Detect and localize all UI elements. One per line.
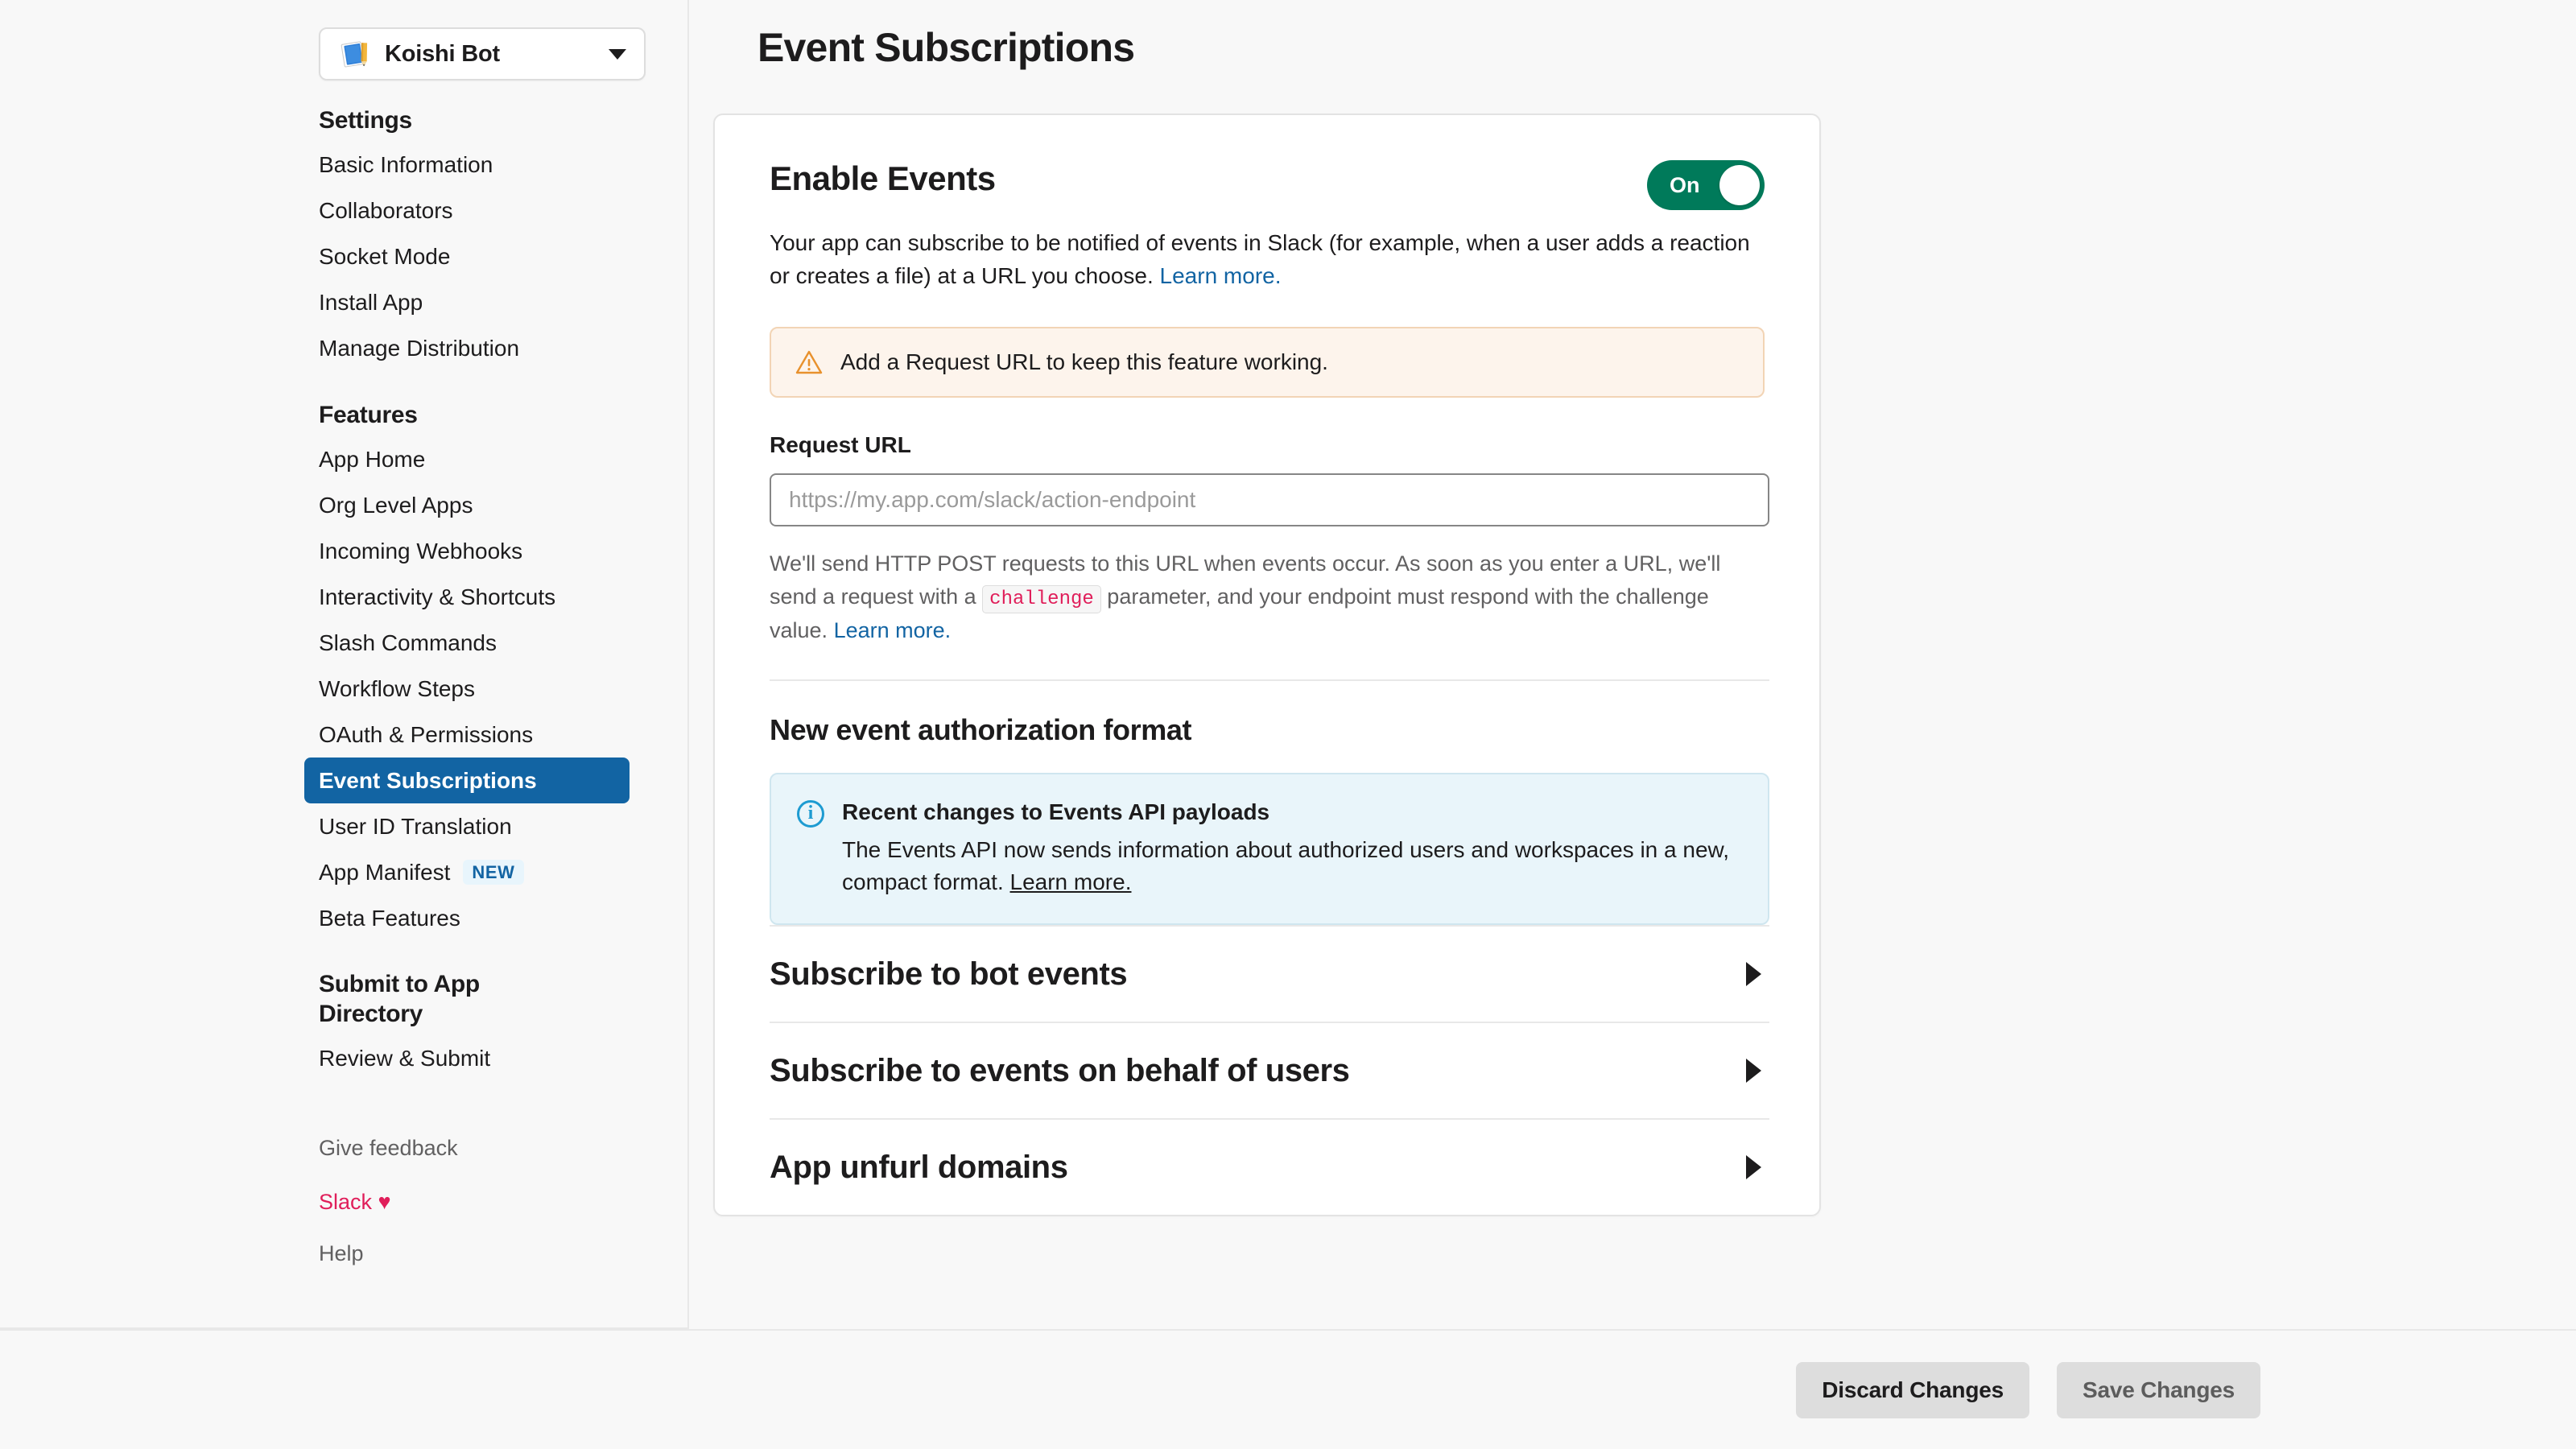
auth-format-title: New event authorization format — [770, 713, 1192, 747]
app-picker-button[interactable]: Koishi Bot — [319, 27, 646, 80]
sidebar-heading-settings: Settings — [319, 107, 412, 134]
info-callout-title: Recent changes to Events API payloads — [842, 799, 1270, 824]
sidebar-item-socket-mode[interactable]: Socket Mode — [304, 234, 630, 280]
sidebar: Koishi Bot Settings Basic Information Co… — [0, 0, 689, 1329]
status-badge-new: NEW — [463, 860, 524, 886]
info-circle-icon: i — [797, 799, 824, 828]
sidebar-item-label: Manage Distribution — [319, 336, 520, 361]
sidebar-item-label: Review & Submit — [319, 1045, 491, 1071]
page-title: Event Subscriptions — [758, 25, 1135, 70]
sidebar-item-label: OAuth & Permissions — [319, 721, 534, 747]
sidebar-item-incoming-webhooks[interactable]: Incoming Webhooks — [304, 528, 630, 574]
sidebar-item-label: Beta Features — [319, 905, 460, 931]
chevron-right-icon — [1746, 1059, 1761, 1084]
divider — [770, 679, 1769, 682]
sidebar-item-review-submit[interactable]: Review & Submit — [304, 1035, 630, 1081]
sidebar-item-org-level-apps[interactable]: Org Level Apps — [304, 482, 630, 528]
sidebar-item-oauth-permissions[interactable]: OAuth & Permissions — [304, 712, 630, 758]
sidebar-item-event-subscriptions[interactable]: Event Subscriptions — [304, 758, 630, 804]
enable-events-learn-more-link[interactable]: Learn more. — [1160, 263, 1282, 288]
sidebar-heading-submit-to-app-directory: Submit to App Directory — [319, 971, 480, 1027]
auth-format-info-callout: i Recent changes to Events API payloads … — [770, 772, 1769, 926]
help-link[interactable]: Help — [319, 1243, 687, 1265]
sidebar-item-label: App Manifest — [319, 859, 451, 885]
request-url-label: Request URL — [770, 432, 911, 458]
book-pencil-icon — [338, 37, 372, 71]
app-root: Koishi Bot Settings Basic Information Co… — [0, 0, 2576, 1449]
request-url-input[interactable] — [770, 473, 1769, 526]
enable-events-toggle[interactable]: On — [1647, 160, 1765, 210]
sidebar-item-label: App Home — [319, 446, 426, 472]
sidebar-item-label: Basic Information — [319, 152, 493, 178]
toggle-label: On — [1670, 172, 1700, 197]
sidebar-item-basic-information[interactable]: Basic Information — [304, 142, 630, 188]
discard-changes-button[interactable]: Discard Changes — [1796, 1361, 2029, 1418]
chevron-right-icon — [1746, 1155, 1761, 1180]
info-callout-text: The Events API now sends information abo… — [842, 834, 1742, 900]
give-feedback-link[interactable]: Give feedback — [319, 1137, 687, 1159]
sidebar-item-label: Workflow Steps — [319, 675, 475, 701]
bottom-action-bar: Discard Changes Save Changes — [0, 1329, 2576, 1449]
sidebar-item-label: Interactivity & Shortcuts — [319, 584, 556, 609]
sidebar-item-user-id-translation[interactable]: User ID Translation — [304, 803, 630, 849]
sidebar-item-label: Event Subscriptions — [319, 767, 537, 793]
sidebar-item-label: Socket Mode — [319, 244, 451, 270]
accordion-app-unfurl-domains[interactable]: App unfurl domains — [770, 1118, 1769, 1215]
sidebar-item-app-manifest[interactable]: App Manifest NEW — [304, 849, 630, 895]
accordion-label: App unfurl domains — [770, 1149, 1068, 1185]
accordion-subscribe-user-events[interactable]: Subscribe to events on behalf of users — [770, 1022, 1769, 1118]
sidebar-item-beta-features[interactable]: Beta Features — [304, 895, 630, 941]
event-subscriptions-card: Enable Events On Your app can subscribe … — [713, 114, 1821, 1217]
info-callout-text-part: The Events API now sends information abo… — [842, 836, 1729, 895]
request-url-help: We'll send HTTP POST requests to this UR… — [770, 547, 1765, 648]
app-picker-name: Koishi Bot — [385, 40, 500, 67]
sidebar-item-slash-commands[interactable]: Slash Commands — [304, 620, 630, 666]
accordion-subscribe-bot-events[interactable]: Subscribe to bot events — [770, 925, 1769, 1022]
warning-triangle-icon — [795, 349, 823, 376]
auth-format-learn-more-link[interactable]: Learn more. — [1010, 869, 1132, 894]
sidebar-item-label: Collaborators — [319, 198, 453, 224]
sidebar-item-label: Slash Commands — [319, 630, 497, 655]
enable-events-description: Your app can subscribe to be notified of… — [770, 226, 1765, 293]
warning-text: Add a Request URL to keep this feature w… — [840, 349, 1328, 374]
sidebar-item-label: User ID Translation — [319, 813, 512, 839]
sidebar-item-install-app[interactable]: Install App — [304, 280, 630, 326]
sidebar-item-collaborators[interactable]: Collaborators — [304, 188, 630, 234]
accordion-label: Subscribe to bot events — [770, 956, 1128, 992]
accordion-label: Subscribe to events on behalf of users — [770, 1052, 1350, 1088]
save-changes-button[interactable]: Save Changes — [2056, 1361, 2260, 1418]
slack-love-link[interactable]: Slack ♥ — [319, 1191, 687, 1213]
sidebar-item-interactivity-shortcuts[interactable]: Interactivity & Shortcuts — [304, 574, 630, 620]
request-url-warning: Add a Request URL to keep this feature w… — [770, 326, 1765, 398]
sidebar-heading-features: Features — [319, 401, 418, 428]
sidebar-item-manage-distribution[interactable]: Manage Distribution — [304, 326, 630, 372]
sidebar-item-label: Install App — [319, 290, 423, 316]
chevron-right-icon — [1746, 962, 1761, 987]
info-callout-body: Recent changes to Events API payloads Th… — [842, 797, 1742, 900]
chevron-down-icon — [609, 48, 626, 60]
request-url-learn-more-link[interactable]: Learn more. — [834, 618, 952, 642]
sidebar-item-app-home[interactable]: App Home — [304, 436, 630, 482]
enable-events-title: Enable Events — [770, 159, 996, 197]
sidebar-item-label: Incoming Webhooks — [319, 538, 523, 564]
enable-events-header: Enable Events On — [770, 159, 1765, 210]
challenge-code-chip: challenge — [982, 584, 1101, 613]
sidebar-item-label: Org Level Apps — [319, 492, 473, 518]
toggle-knob — [1719, 165, 1760, 205]
sidebar-item-workflow-steps[interactable]: Workflow Steps — [304, 666, 630, 712]
